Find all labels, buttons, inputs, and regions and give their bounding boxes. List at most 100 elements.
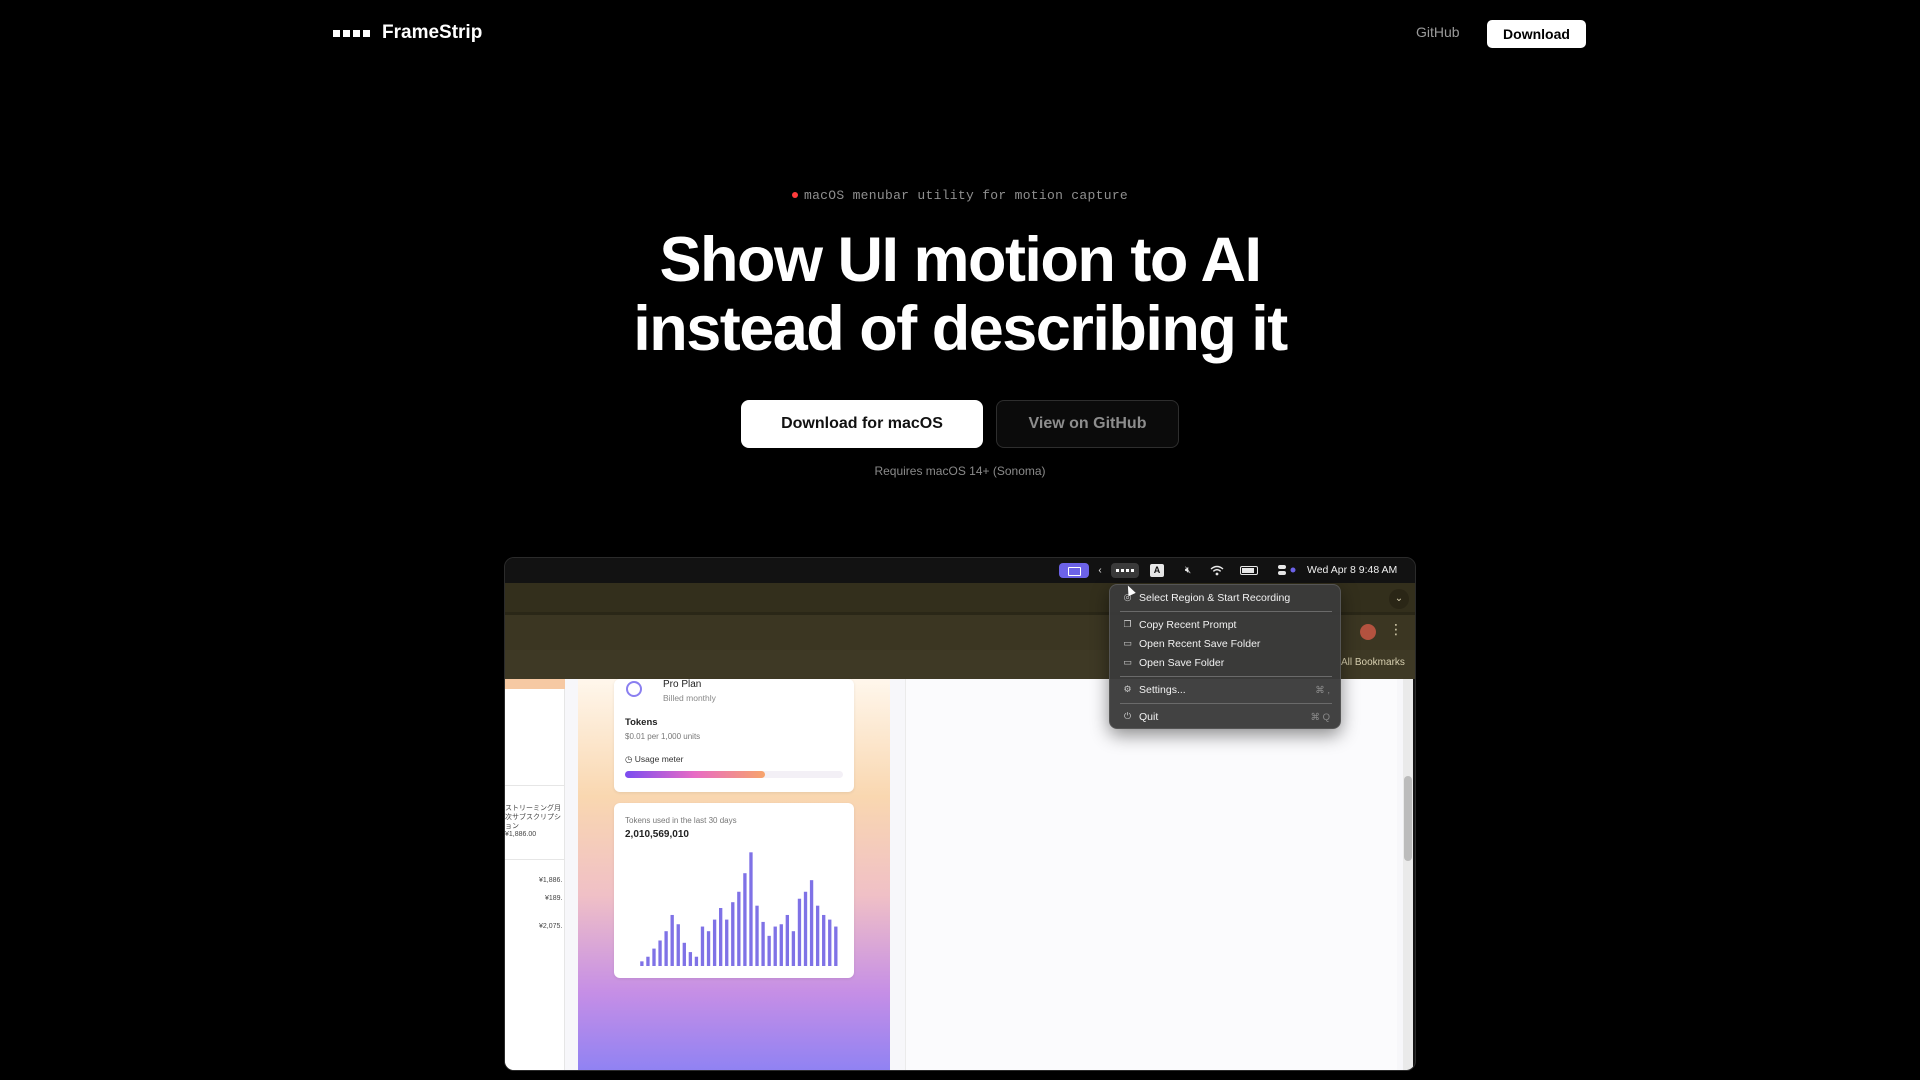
chart-bar bbox=[785, 914, 789, 966]
framestrip-menubar-icon[interactable] bbox=[1111, 563, 1139, 578]
recording-dot-icon bbox=[791, 191, 798, 198]
menu-item-settings[interactable]: ⚙ Settings... ⌘ , bbox=[1110, 681, 1342, 699]
menu-separator bbox=[1120, 676, 1332, 677]
menu-separator bbox=[1120, 703, 1332, 704]
usage-meter-text: Usage meter bbox=[634, 754, 684, 764]
menubar-clock[interactable]: Wed Apr 8 9:48 AM bbox=[1307, 558, 1397, 583]
usage-chart-card: Tokens used in the last 30 days 2,010,56… bbox=[614, 803, 854, 978]
more-vert-icon[interactable]: ⋮ bbox=[1389, 621, 1403, 638]
chart-bar bbox=[815, 905, 820, 966]
chart-bar bbox=[652, 948, 656, 966]
menu-item-select-region[interactable]: ◎ Select Region & Start Recording bbox=[1110, 589, 1342, 607]
usage-meter-bar bbox=[625, 771, 843, 778]
chart-bar bbox=[809, 880, 814, 966]
battery-icon[interactable] bbox=[1240, 566, 1258, 575]
chart-bar bbox=[791, 931, 796, 966]
amount-subtotal: ¥1,886. bbox=[539, 877, 563, 884]
chart-bar bbox=[761, 921, 765, 966]
chart-bar bbox=[797, 898, 802, 966]
usage-meter-fill bbox=[625, 771, 765, 778]
page-left-column bbox=[505, 679, 565, 1070]
chart-bar bbox=[694, 956, 699, 966]
menu-shortcut: ⌘ Q bbox=[1310, 711, 1330, 723]
eyebrow-text: macOS menubar utility for motion capture bbox=[803, 188, 1129, 203]
chart-bar bbox=[743, 873, 747, 966]
input-source-icon[interactable]: A bbox=[1150, 564, 1164, 577]
chart-total: 2,010,569,010 bbox=[625, 829, 689, 840]
usage-meter-label: ◷ Usage meter bbox=[625, 754, 684, 764]
menu-item-quit[interactable]: ⏻ Quit ⌘ Q bbox=[1110, 708, 1342, 726]
menu-item-open-save-folder[interactable]: ▭ Open Save Folder bbox=[1110, 654, 1342, 672]
chart-bar bbox=[712, 919, 717, 966]
nav-github-link[interactable]: GitHub bbox=[1416, 24, 1460, 40]
product-screenshot: ‹ A 🔇︎ Wed Apr 8 9:48 AM ⌄ ⋮ All Bookmar… bbox=[504, 557, 1416, 1071]
menu-item-open-recent-folder[interactable]: ▭ Open Recent Save Folder bbox=[1110, 635, 1342, 653]
chart-bar bbox=[646, 956, 650, 966]
amount-total: ¥2,075. bbox=[539, 923, 563, 930]
menu-label: Copy Recent Prompt bbox=[1139, 619, 1237, 631]
gear-icon: ⚙ bbox=[1123, 684, 1132, 694]
chevron-left-icon[interactable]: ‹ bbox=[1093, 558, 1107, 583]
page-content-area bbox=[905, 679, 1397, 1070]
chart-bar bbox=[755, 905, 759, 966]
control-center-icon[interactable] bbox=[1278, 565, 1298, 576]
chart-bar bbox=[834, 926, 838, 966]
all-bookmarks-link[interactable]: All Bookmarks bbox=[1341, 657, 1405, 668]
hero-headline: Show UI motion to AI instead of describi… bbox=[0, 226, 1920, 364]
headline-line-1: Show UI motion to AI bbox=[659, 225, 1262, 295]
chart-bar bbox=[828, 919, 832, 966]
nav-download-button[interactable]: Download bbox=[1487, 20, 1586, 48]
chart-bar bbox=[725, 919, 729, 966]
mute-icon[interactable]: 🔇︎ bbox=[1181, 558, 1195, 583]
plan-subtitle: Billed monthly bbox=[663, 693, 716, 703]
top-nav: FrameStrip GitHub Download bbox=[0, 0, 1920, 68]
chart-bar bbox=[822, 914, 826, 966]
chart-bar bbox=[676, 924, 680, 966]
menu-item-copy-prompt[interactable]: ❐ Copy Recent Prompt bbox=[1110, 616, 1342, 634]
chart-bar bbox=[682, 942, 686, 966]
menu-label: Open Save Folder bbox=[1139, 657, 1225, 669]
chart-bar bbox=[700, 926, 705, 966]
chart-bar bbox=[640, 961, 644, 966]
wifi-icon[interactable] bbox=[1210, 565, 1224, 576]
chart-bar bbox=[749, 852, 753, 966]
chevron-down-icon[interactable]: ⌄ bbox=[1389, 589, 1409, 609]
amount-tax: ¥189. bbox=[545, 895, 563, 902]
chart-bar bbox=[731, 902, 735, 966]
menu-label: Quit bbox=[1139, 711, 1159, 723]
framestrip-menu: ◎ Select Region & Start Recording ❐ Copy… bbox=[1109, 584, 1341, 729]
folder-icon: ▭ bbox=[1123, 638, 1132, 648]
power-icon: ⏻ bbox=[1123, 711, 1132, 721]
chart-bar bbox=[737, 891, 741, 966]
menu-separator bbox=[1120, 611, 1332, 612]
menu-label: Open Recent Save Folder bbox=[1139, 638, 1261, 650]
chart-bar bbox=[688, 952, 693, 966]
chart-bar bbox=[803, 891, 808, 966]
tokens-rate: $0.01 per 1,000 units bbox=[625, 732, 701, 741]
chart-bar bbox=[767, 935, 771, 966]
hero-eyebrow: macOS menubar utility for motion capture bbox=[0, 188, 1920, 203]
download-macos-button[interactable]: Download for macOS bbox=[741, 400, 983, 448]
requirement-note: Requires macOS 14+ (Sonoma) bbox=[874, 464, 1046, 478]
chart-bar bbox=[658, 940, 662, 966]
chart-bar bbox=[670, 914, 674, 966]
macos-menubar: ‹ A 🔇︎ Wed Apr 8 9:48 AM bbox=[505, 558, 1415, 583]
copy-icon: ❐ bbox=[1123, 619, 1132, 629]
view-github-button[interactable]: View on GitHub bbox=[996, 400, 1179, 448]
plan-card: Pro Plan Billed monthly Tokens $0.01 per… bbox=[614, 679, 854, 792]
menu-label: Settings... bbox=[1139, 684, 1186, 696]
scrollbar-thumb[interactable] bbox=[1404, 776, 1412, 861]
tokens-label: Tokens bbox=[625, 717, 658, 728]
scrollbar-track[interactable] bbox=[1403, 679, 1413, 1070]
logo[interactable]: FrameStrip bbox=[333, 22, 482, 44]
menu-shortcut: ⌘ , bbox=[1315, 684, 1330, 696]
screen-record-icon[interactable] bbox=[1059, 563, 1089, 578]
usage-bar-chart bbox=[640, 852, 838, 966]
divider bbox=[505, 785, 565, 786]
plan-logo-icon bbox=[626, 681, 642, 697]
avatar[interactable] bbox=[1360, 624, 1376, 640]
peach-strip bbox=[505, 679, 565, 689]
folder-open-icon: ▭ bbox=[1123, 657, 1132, 667]
headline-line-2: instead of describing it bbox=[633, 294, 1288, 364]
chart-bar bbox=[664, 931, 668, 966]
